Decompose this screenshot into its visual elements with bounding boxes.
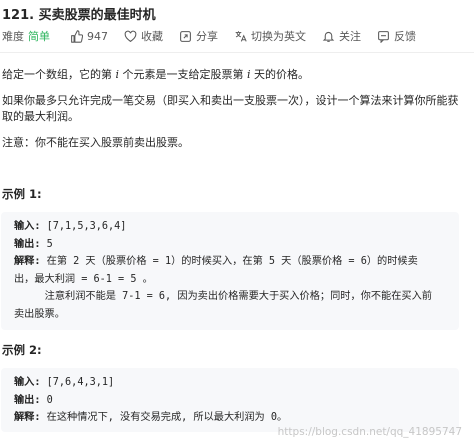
example-1-output: 输出: 5 [14,236,446,254]
output-value: 0 [40,394,53,406]
description-text: 天的价格。 [250,68,310,81]
problem-title: 121. 买卖股票的最佳时机 [2,8,156,23]
example-1-input: 输入: [7,1,5,3,6,4] [14,218,446,236]
feedback-icon [378,30,389,43]
input-label: 输入: [14,221,41,232]
description-text: 给定一个数组，它的第 [2,68,116,81]
example-2-output: 输出: 0 [14,392,446,410]
explanation-label: 解释: [14,412,41,423]
description-line-3: 取的最大利润。 [2,110,79,123]
output-label: 输出: [14,394,41,406]
like-count: 947 [87,29,108,43]
example-2-box: 输入: [7,6,4,3,1] 输出: 0 解释: 在这种情况下, 没有交易完成… [1,368,459,432]
problem-meta-bar: 难度 简单 947 收藏 分享 切换为英文 关注 反馈 [2,28,432,44]
feedback-label: 反馈 [394,30,416,43]
input-value: [7,1,5,3,6,4] [40,221,127,232]
input-value: [7,6,4,3,1] [40,377,115,388]
share-icon [180,30,191,42]
example-1-note-cont: 卖出股票。 [14,308,65,320]
difficulty-label: 难度 [2,30,24,43]
example-2-title: 示例 2: [2,343,42,357]
follow-button[interactable]: 关注 [322,28,361,44]
share-label: 分享 [196,30,218,43]
watermark-url: https://blog.csdn.net/qq_41895747 [277,426,462,438]
header-divider [0,52,474,53]
heart-icon [124,30,137,42]
difficulty-badge: 简单 [28,30,50,43]
description-line-2: 如果你最多只允许完成一笔交易（即买入和卖出一支股票一次），设计一个算法来计算你所… [2,94,459,107]
explanation-label: 解释: [14,256,41,267]
like-button[interactable]: 947 [70,30,108,43]
example-1-explanation: 解释: 在第 2 天（股票价格 = 1）的时候买入，在第 5 天（股票价格 = … [14,253,446,271]
translate-label: 切换为英文 [251,30,306,43]
description-line-1: 给定一个数组，它的第 i 个元素是一支给定股票第 i 天的价格。 [2,66,309,83]
translate-button[interactable]: 切换为英文 [234,28,306,44]
example-2-input: 输入: [7,6,4,3,1] [14,374,446,392]
favorite-button[interactable]: 收藏 [124,28,163,44]
explanation-text: 在第 2 天（股票价格 = 1）的时候买入，在第 5 天（股票价格 = 6）的时… [40,256,418,267]
example-2-explanation: 解释: 在这种情况下, 没有交易完成, 所以最大利润为 0。 [14,409,446,427]
input-label: 输入: [14,377,41,388]
output-value: 5 [40,238,53,250]
translate-icon [235,30,247,42]
description-text: 个元素是一支给定股票第 [119,68,248,81]
feedback-button[interactable]: 反馈 [377,28,416,44]
follow-label: 关注 [339,30,361,43]
thumbs-up-icon [71,29,83,43]
bell-icon [322,31,335,42]
output-label: 输出: [14,238,41,250]
example-1-title: 示例 1: [2,187,42,201]
favorite-label: 收藏 [141,30,163,43]
explanation-text: 在这种情况下, 没有交易完成, 所以最大利润为 0。 [40,412,288,423]
example-1-box: 输入: [7,1,5,3,6,4] 输出: 5 解释: 在第 2 天（股票价格 … [1,212,459,330]
description-note: 注意：你不能在买入股票前卖出股票。 [2,136,189,149]
example-1-explanation-cont: 出，最大利润 = 6-1 = 5 。 [14,273,153,285]
example-1-note: 注意利润不能是 7-1 = 6, 因为卖出价格需要大于买入价格；同时，你不能在买… [14,291,432,302]
share-button[interactable]: 分享 [179,28,218,44]
